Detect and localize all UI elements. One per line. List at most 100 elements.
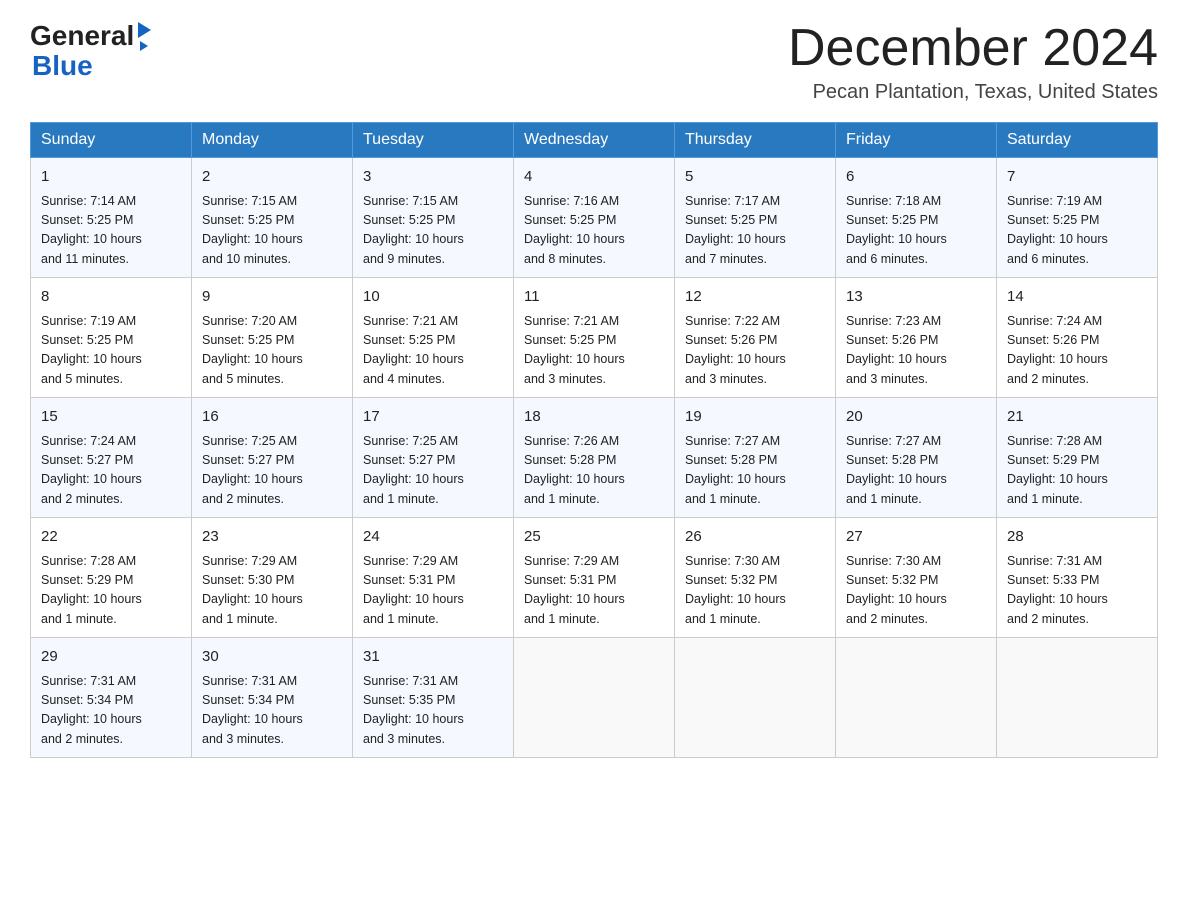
- calendar-cell: 6Sunrise: 7:18 AMSunset: 5:25 PMDaylight…: [836, 158, 997, 278]
- calendar-cell: 2 Sunrise: 7:15 AMSunset: 5:25 PMDaylight…: [192, 158, 353, 278]
- day-number: 19: [685, 406, 825, 429]
- calendar-cell: 12 Sunrise: 7:22 AMSunset: 5:26 PMDayligh…: [675, 278, 836, 398]
- calendar-cell: 21Sunrise: 7:28 AMSunset: 5:29 PMDayligh…: [997, 398, 1158, 518]
- calendar-cell: 5 Sunrise: 7:17 AMSunset: 5:25 PMDaylight…: [675, 158, 836, 278]
- days-header-row: Sunday Monday Tuesday Wednesday Thursday…: [31, 123, 1158, 158]
- calendar-cell: 15 Sunrise: 7:24 AMSunset: 5:27 PMDayligh…: [31, 398, 192, 518]
- calendar-cell: 3Sunrise: 7:15 AMSunset: 5:25 PMDaylight…: [353, 158, 514, 278]
- calendar-cell: [997, 638, 1158, 758]
- day-info: Sunrise: 7:26 AMSunset: 5:28 PMDaylight:…: [524, 432, 664, 510]
- day-info: Sunrise: 7:31 AMSunset: 5:35 PMDaylight:…: [363, 672, 503, 750]
- day-info: Sunrise: 7:19 AMSunset: 5:25 PMDaylight:…: [41, 312, 181, 390]
- day-info: Sunrise: 7:29 AMSunset: 5:31 PMDaylight:…: [363, 552, 503, 630]
- day-info: Sunrise: 7:31 AMSunset: 5:34 PMDaylight:…: [202, 672, 342, 750]
- day-info: Sunrise: 7:27 AMSunset: 5:28 PMDaylight:…: [685, 432, 825, 510]
- day-info: Sunrise: 7:30 AMSunset: 5:32 PMDaylight:…: [685, 552, 825, 630]
- day-info: Sunrise: 7:15 AMSunset: 5:25 PMDaylight:…: [363, 192, 503, 270]
- day-info: Sunrise: 7:14 AMSunset: 5:25 PMDaylight:…: [41, 192, 181, 270]
- calendar-cell: 17Sunrise: 7:25 AMSunset: 5:27 PMDayligh…: [353, 398, 514, 518]
- day-info: Sunrise: 7:15 AMSunset: 5:25 PMDaylight:…: [202, 192, 342, 270]
- calendar-cell: 1 Sunrise: 7:14 AMSunset: 5:25 PMDaylight…: [31, 158, 192, 278]
- day-info: Sunrise: 7:29 AMSunset: 5:30 PMDaylight:…: [202, 552, 342, 630]
- page-header: General Blue December 2024 Pecan Plantat…: [30, 20, 1158, 104]
- calendar-cell: 13Sunrise: 7:23 AMSunset: 5:26 PMDayligh…: [836, 278, 997, 398]
- day-info: Sunrise: 7:20 AMSunset: 5:25 PMDaylight:…: [202, 312, 342, 390]
- day-number: 12: [685, 286, 825, 309]
- header-friday: Friday: [836, 123, 997, 158]
- day-number: 17: [363, 406, 503, 429]
- calendar-cell: 4 Sunrise: 7:16 AMSunset: 5:25 PMDaylight…: [514, 158, 675, 278]
- header-tuesday: Tuesday: [353, 123, 514, 158]
- day-info: Sunrise: 7:21 AMSunset: 5:25 PMDaylight:…: [363, 312, 503, 390]
- logo-general-text: General: [30, 20, 134, 52]
- day-info: Sunrise: 7:18 AMSunset: 5:25 PMDaylight:…: [846, 192, 986, 270]
- day-info: Sunrise: 7:24 AMSunset: 5:27 PMDaylight:…: [41, 432, 181, 510]
- calendar-cell: 8Sunrise: 7:19 AMSunset: 5:25 PMDaylight…: [31, 278, 192, 398]
- day-number: 16: [202, 406, 342, 429]
- calendar-cell: 28 Sunrise: 7:31 AMSunset: 5:33 PMDayligh…: [997, 518, 1158, 638]
- day-info: Sunrise: 7:25 AMSunset: 5:27 PMDaylight:…: [202, 432, 342, 510]
- header-thursday: Thursday: [675, 123, 836, 158]
- day-number: 9: [202, 286, 342, 309]
- calendar-cell: 31 Sunrise: 7:31 AMSunset: 5:35 PMDayligh…: [353, 638, 514, 758]
- day-number: 26: [685, 526, 825, 549]
- day-number: 14: [1007, 286, 1147, 309]
- day-info: Sunrise: 7:29 AMSunset: 5:31 PMDaylight:…: [524, 552, 664, 630]
- day-info: Sunrise: 7:17 AMSunset: 5:25 PMDaylight:…: [685, 192, 825, 270]
- day-number: 5: [685, 166, 825, 189]
- day-info: Sunrise: 7:28 AMSunset: 5:29 PMDaylight:…: [1007, 432, 1147, 510]
- calendar-cell: 10 Sunrise: 7:21 AMSunset: 5:25 PMDayligh…: [353, 278, 514, 398]
- day-number: 30: [202, 646, 342, 669]
- day-number: 24: [363, 526, 503, 549]
- day-number: 1: [41, 166, 181, 189]
- day-info: Sunrise: 7:28 AMSunset: 5:29 PMDaylight:…: [41, 552, 181, 630]
- day-number: 20: [846, 406, 986, 429]
- calendar-week-row: 29 Sunrise: 7:31 AMSunset: 5:34 PMDayligh…: [31, 638, 1158, 758]
- calendar-subtitle: Pecan Plantation, Texas, United States: [788, 81, 1158, 104]
- day-info: Sunrise: 7:16 AMSunset: 5:25 PMDaylight:…: [524, 192, 664, 270]
- calendar-cell: 27 Sunrise: 7:30 AMSunset: 5:32 PMDayligh…: [836, 518, 997, 638]
- day-info: Sunrise: 7:27 AMSunset: 5:28 PMDaylight:…: [846, 432, 986, 510]
- calendar-week-row: 1 Sunrise: 7:14 AMSunset: 5:25 PMDaylight…: [31, 158, 1158, 278]
- day-number: 22: [41, 526, 181, 549]
- header-monday: Monday: [192, 123, 353, 158]
- day-number: 4: [524, 166, 664, 189]
- day-number: 11: [524, 286, 664, 309]
- calendar-cell: [836, 638, 997, 758]
- calendar-cell: 20 Sunrise: 7:27 AMSunset: 5:28 PMDayligh…: [836, 398, 997, 518]
- calendar-cell: 25 Sunrise: 7:29 AMSunset: 5:31 PMDayligh…: [514, 518, 675, 638]
- calendar-cell: 14 Sunrise: 7:24 AMSunset: 5:26 PMDayligh…: [997, 278, 1158, 398]
- day-number: 29: [41, 646, 181, 669]
- calendar-week-row: 15 Sunrise: 7:24 AMSunset: 5:27 PMDayligh…: [31, 398, 1158, 518]
- day-info: Sunrise: 7:30 AMSunset: 5:32 PMDaylight:…: [846, 552, 986, 630]
- calendar-title: December 2024: [788, 20, 1158, 77]
- calendar-cell: 23Sunrise: 7:29 AMSunset: 5:30 PMDayligh…: [192, 518, 353, 638]
- day-number: 27: [846, 526, 986, 549]
- day-number: 28: [1007, 526, 1147, 549]
- calendar-cell: 9 Sunrise: 7:20 AMSunset: 5:25 PMDaylight…: [192, 278, 353, 398]
- day-number: 13: [846, 286, 986, 309]
- calendar-cell: 22 Sunrise: 7:28 AMSunset: 5:29 PMDayligh…: [31, 518, 192, 638]
- calendar-cell: [514, 638, 675, 758]
- day-number: 15: [41, 406, 181, 429]
- day-number: 31: [363, 646, 503, 669]
- header-sunday: Sunday: [31, 123, 192, 158]
- calendar-cell: 18Sunrise: 7:26 AMSunset: 5:28 PMDayligh…: [514, 398, 675, 518]
- logo-blue-text: Blue: [32, 50, 93, 82]
- day-info: Sunrise: 7:21 AMSunset: 5:25 PMDaylight:…: [524, 312, 664, 390]
- day-number: 10: [363, 286, 503, 309]
- calendar-week-row: 22 Sunrise: 7:28 AMSunset: 5:29 PMDayligh…: [31, 518, 1158, 638]
- day-info: Sunrise: 7:31 AMSunset: 5:33 PMDaylight:…: [1007, 552, 1147, 630]
- calendar-cell: 30 Sunrise: 7:31 AMSunset: 5:34 PMDayligh…: [192, 638, 353, 758]
- day-info: Sunrise: 7:24 AMSunset: 5:26 PMDaylight:…: [1007, 312, 1147, 390]
- day-number: 2: [202, 166, 342, 189]
- calendar-cell: 7 Sunrise: 7:19 AMSunset: 5:25 PMDaylight…: [997, 158, 1158, 278]
- logo: General Blue: [30, 20, 151, 82]
- header-wednesday: Wednesday: [514, 123, 675, 158]
- day-info: Sunrise: 7:22 AMSunset: 5:26 PMDaylight:…: [685, 312, 825, 390]
- calendar-cell: 26 Sunrise: 7:30 AMSunset: 5:32 PMDayligh…: [675, 518, 836, 638]
- day-info: Sunrise: 7:19 AMSunset: 5:25 PMDaylight:…: [1007, 192, 1147, 270]
- day-number: 7: [1007, 166, 1147, 189]
- day-number: 25: [524, 526, 664, 549]
- calendar-table: Sunday Monday Tuesday Wednesday Thursday…: [30, 122, 1158, 758]
